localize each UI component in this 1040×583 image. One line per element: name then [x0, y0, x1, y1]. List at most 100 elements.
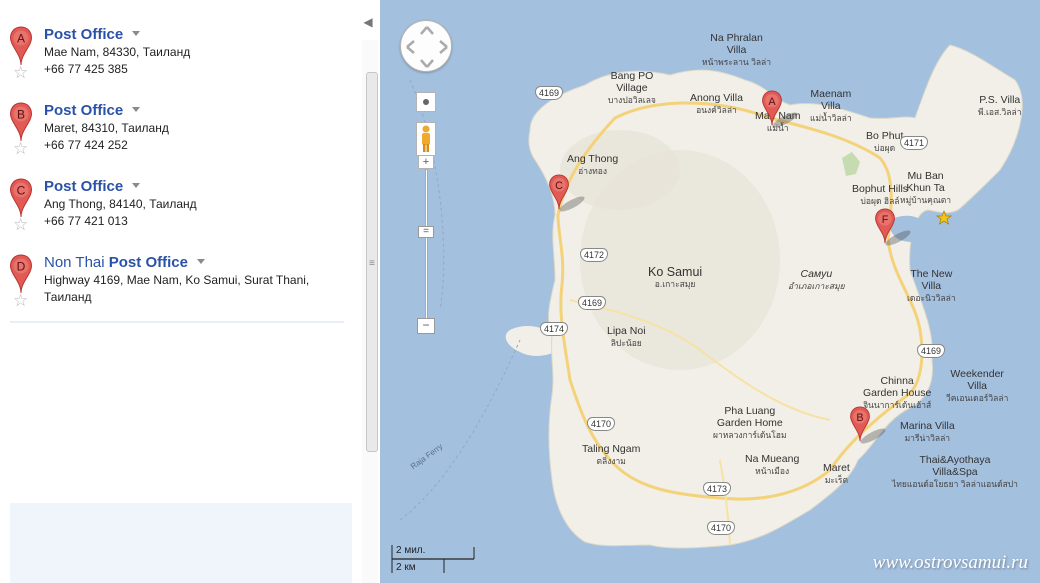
result-item[interactable]: D ☆ Non Thai Post Office Highway 4169, Mae … [0, 254, 350, 330]
result-title: Post Office [108, 254, 188, 271]
place-name: Ko Samui [648, 265, 703, 279]
place-name-thai: เดอะนิววิลล่า [907, 293, 956, 303]
place-label[interactable]: Marina Villa มารีน่าวิลล่า [900, 420, 955, 444]
place-name: Bang PO [610, 70, 654, 82]
star-icon[interactable]: ☆ [13, 64, 28, 81]
map-marker-a[interactable]: A [761, 90, 798, 131]
place-label[interactable]: Pha Luang Garden Home ผาหลวงการ์เด้นโฮม [713, 405, 787, 441]
map-marker-f[interactable]: F [874, 208, 911, 249]
place-label[interactable]: Mu Ban Khun Ta หมู่บ้านคุณตา [900, 170, 951, 206]
place-name: Na Phralan [710, 32, 763, 44]
road-shield: 4169 [917, 344, 946, 358]
place-name-thai: อ.เกาะสมุย [654, 279, 696, 289]
chevron-down-icon[interactable] [132, 183, 141, 188]
place-name: Bo Phut [866, 130, 904, 142]
place-label[interactable]: The New Villa เดอะนิววิลล่า [907, 268, 956, 304]
place-label[interactable]: Bo Phut บ่อผุด [866, 130, 903, 154]
my-location-button[interactable] [416, 92, 436, 112]
marker-icon[interactable]: C [548, 174, 570, 215]
road-shield: 4170 [707, 521, 736, 535]
star-icon[interactable]: ☆ [13, 216, 28, 233]
chevron-down-icon[interactable] [132, 107, 141, 112]
result-address: Highway 4169, Mae Nam, Ko Samui, Surat T… [44, 273, 310, 287]
marker-icon[interactable]: B [849, 406, 871, 447]
zoom-slider-track[interactable] [425, 169, 428, 319]
result-title-link[interactable]: Non Thai Post Office [44, 254, 205, 271]
svg-text:F: F [882, 214, 889, 226]
pegman-icon[interactable] [416, 122, 436, 156]
place-label[interactable]: Maret มะเร็ต [823, 462, 850, 486]
place-name-thai: ลิปะน้อย [610, 338, 642, 348]
star-icon[interactable]: ☆ [13, 140, 28, 157]
svg-text:D: D [17, 260, 26, 274]
svg-text:C: C [555, 180, 563, 192]
place-label[interactable]: Thai&Ayothaya Villa&Spa ไทยแอนด์อโยธยา วิล… [892, 454, 1018, 490]
place-label[interactable]: Самуи อำเภอเกาะสมุย [788, 268, 845, 292]
place-label[interactable]: Ko Samui อ.เกาะสมุย [648, 266, 702, 290]
marker-icon[interactable]: B [9, 102, 33, 142]
place-name-thai: วีคเอนเดอร์วิลล่า [946, 393, 1009, 403]
place-name: Pha Luang [724, 405, 776, 417]
marker-icon[interactable]: C [9, 178, 33, 218]
place-name-thai: อนงค์วิลล่า [696, 105, 737, 115]
result-title-prefix: Non Thai [44, 254, 105, 271]
place-name: Weekender [950, 368, 1004, 380]
place-label[interactable]: Taling Ngam ตลิ่งงาม [582, 443, 640, 467]
map-marker-b[interactable]: B [849, 406, 886, 447]
place-name-thai: มารีน่าวิลล่า [904, 433, 951, 443]
map-canvas[interactable]: Raja Ferry Na Phralan Villa หน้าพระลาน วิล… [380, 0, 1040, 583]
place-name-line2: Village [616, 82, 648, 94]
place-label[interactable]: Lipa Noi ลิปะน้อย [607, 325, 646, 349]
result-title-link[interactable]: Post Office [44, 178, 141, 195]
place-name-thai: ผาหลวงการ์เด้นโฮม [713, 430, 787, 440]
place-label[interactable]: Weekender Villa วีคเอนเดอร์วิลล่า [946, 368, 1008, 404]
pan-control-icon[interactable] [400, 20, 452, 72]
place-name-line2: Villa [726, 44, 747, 56]
result-title: Post Office [44, 178, 124, 195]
result-item[interactable]: C ☆ Post Office Ang Thong, 84140, Таиланд +6… [0, 178, 350, 254]
marker-icon[interactable]: D [9, 254, 33, 294]
star-icon[interactable]: ☆ [13, 292, 28, 309]
map-marker-c[interactable]: C [548, 174, 585, 215]
place-label[interactable]: P.S. Villa พี.เอส.วิลล่า [978, 94, 1022, 118]
place-name: Mu Ban [907, 170, 944, 182]
place-label[interactable]: Anong Villa อนงค์วิลล่า [690, 92, 743, 116]
result-item[interactable]: A ☆ Post Office Mae Nam, 84330, Таиланд +66 … [0, 26, 350, 102]
result-title-link[interactable]: Post Office [44, 26, 141, 43]
chevron-down-icon[interactable] [196, 259, 205, 264]
place-label[interactable]: Maenam Villa แม่น้ำวิลล่า [810, 88, 852, 124]
results-divider [10, 321, 344, 323]
scale-km: 2 км [396, 562, 416, 573]
place-name-line2: Garden Home [716, 417, 783, 429]
road-shield: 4170 [587, 417, 616, 431]
place-label[interactable]: Na Mueang หน้าเมือง [745, 453, 799, 477]
road-shield: 4173 [703, 482, 732, 496]
svg-text:B: B [17, 108, 25, 122]
place-name: Maret [823, 462, 850, 474]
marker-icon[interactable]: F [874, 208, 896, 249]
place-label[interactable]: Bang PO Village บางปอวิลเลจ [608, 70, 656, 106]
place-name-line2: Villa [820, 100, 841, 112]
zoom-minus-icon[interactable]: − [417, 318, 435, 334]
place-label[interactable]: Na Phralan Villa หน้าพระลาน วิลล่า [702, 32, 771, 68]
place-name-thai: หมู่บ้านคุณตา [900, 195, 952, 205]
ferry-route [399, 339, 521, 521]
collapse-panel-button[interactable]: ◀ [358, 8, 378, 36]
place-name: Chinna [880, 375, 914, 387]
map-star-icon[interactable] [936, 210, 952, 226]
maps-app: A ☆ Post Office Mae Nam, 84330, Таиланд +66 … [0, 0, 1040, 583]
chevron-down-icon[interactable] [132, 31, 141, 36]
place-name: Ang Thong [567, 153, 619, 165]
result-item[interactable]: B ☆ Post Office Maret, 84310, Таиланд +66 77… [0, 102, 350, 178]
place-name-line2: Villa&Spa [932, 466, 978, 478]
result-title-link[interactable]: Post Office [44, 102, 141, 119]
marker-icon[interactable]: A [9, 26, 33, 66]
marker-icon[interactable]: A [761, 90, 783, 131]
svg-text:B: B [856, 412, 863, 424]
svg-text:C: C [17, 184, 26, 198]
place-name: P.S. Villa [979, 94, 1021, 106]
zoom-plus-icon[interactable]: + [418, 155, 434, 169]
result-title: Post Office [44, 26, 124, 43]
zoom-slider-handle[interactable]: = [418, 226, 434, 238]
place-name-line2: Khun Ta [906, 182, 945, 194]
